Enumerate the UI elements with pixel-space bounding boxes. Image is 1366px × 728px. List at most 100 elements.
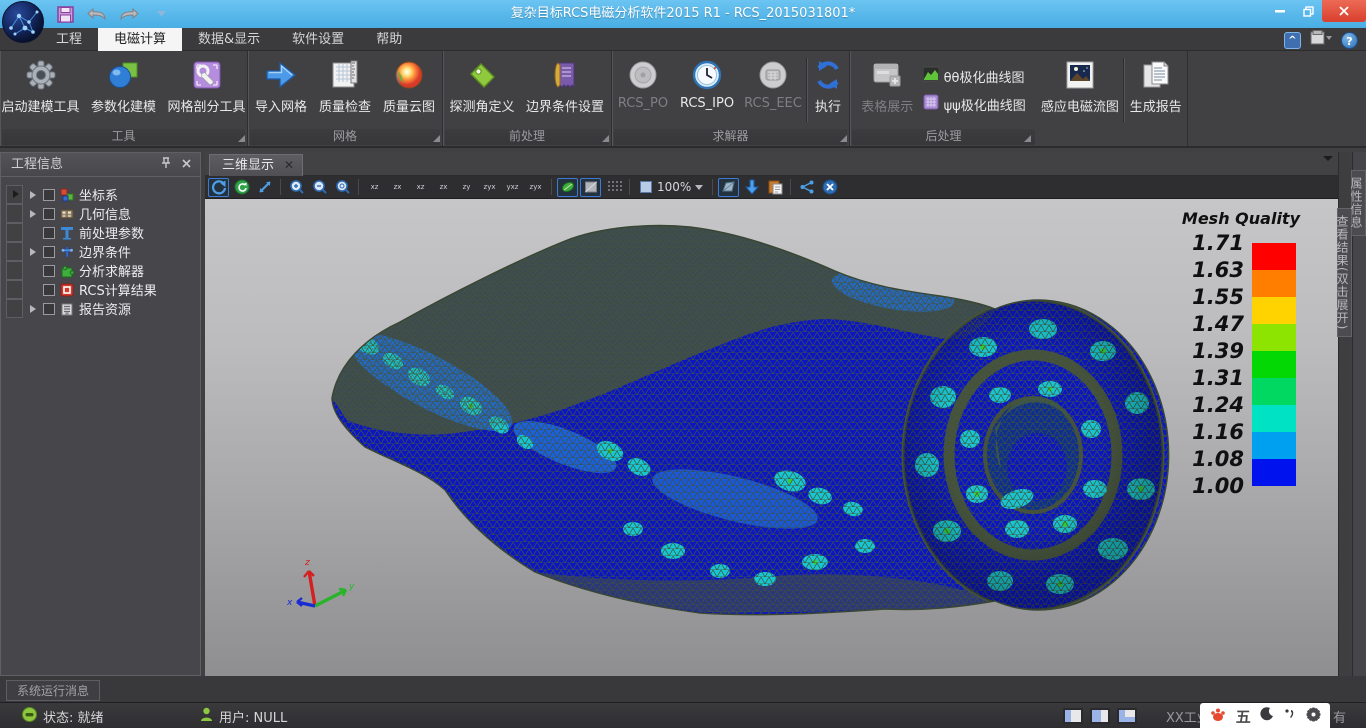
checkbox[interactable]: [43, 208, 55, 220]
group-expand-icon[interactable]: [238, 135, 245, 142]
shaded-leaf-icon[interactable]: [557, 178, 578, 197]
row-selector[interactable]: [6, 299, 23, 318]
tree-item-preprocess-params[interactable]: 前处理参数: [25, 223, 198, 242]
row-selector[interactable]: [6, 280, 23, 299]
rotate-view-icon[interactable]: [208, 178, 229, 197]
viewport-3d[interactable]: z y x Mesh Quality 1.71 1.63 1.55 1.47 1…: [205, 199, 1338, 680]
tree-item-geometry-info[interactable]: 几何信息: [25, 204, 198, 223]
copy-image-icon[interactable]: [764, 178, 785, 197]
close-button[interactable]: [1322, 0, 1366, 22]
tree-item-coordinate-system[interactable]: 坐标系: [25, 185, 198, 204]
view-preset-5-button[interactable]: zy: [456, 178, 477, 197]
tree-item-rcs-results[interactable]: RCS计算结果: [25, 280, 198, 299]
row-selector[interactable]: [6, 185, 23, 204]
group-expand-icon[interactable]: [433, 135, 440, 142]
quality-check-button[interactable]: 质量检查: [313, 53, 377, 127]
tab-project[interactable]: 工程: [40, 28, 98, 51]
restore-button[interactable]: [1294, 0, 1322, 22]
checkbox[interactable]: [43, 303, 55, 315]
view-preset-2-button[interactable]: zx: [387, 178, 408, 197]
ime-settings-gear-icon[interactable]: [1306, 707, 1321, 726]
checkbox[interactable]: [43, 265, 55, 277]
share-icon[interactable]: [796, 178, 817, 197]
expander-icon[interactable]: [27, 208, 39, 220]
tab-help[interactable]: 帮助: [360, 28, 418, 51]
zoom-out-icon[interactable]: [309, 178, 330, 197]
puzzle-icon: [59, 263, 75, 279]
checkbox[interactable]: [43, 246, 55, 258]
row-selector[interactable]: [6, 242, 23, 261]
start-modeling-button[interactable]: 启动建模工具: [0, 53, 81, 127]
view-preset-1-button[interactable]: xz: [364, 178, 385, 197]
tab-em-compute[interactable]: 电磁计算: [98, 28, 182, 51]
flat-shade-icon[interactable]: [580, 178, 601, 197]
theta-curve-button[interactable]: θθ极化曲线图: [919, 65, 1037, 87]
view-preset-3-button[interactable]: xz: [410, 178, 431, 197]
layout-bottom-panel-button[interactable]: [1090, 708, 1110, 724]
zoom-fit-icon[interactable]: [332, 178, 353, 197]
pan-arrow-icon[interactable]: [254, 178, 275, 197]
row-selector[interactable]: [6, 223, 23, 242]
import-mesh-button[interactable]: 导入网格: [249, 53, 313, 127]
generate-report-button[interactable]: 生成报告: [1124, 53, 1187, 127]
view-preset-8-button[interactable]: zyx: [525, 178, 546, 197]
collapse-ribbon-icon[interactable]: ^: [1284, 32, 1301, 49]
boundary-settings-button[interactable]: 边界条件设置: [520, 53, 610, 127]
group-expand-icon[interactable]: [840, 135, 847, 142]
app-logo-icon[interactable]: [2, 1, 44, 43]
layout-left-panel-button[interactable]: [1063, 708, 1083, 724]
close-circle-icon[interactable]: [819, 178, 840, 197]
window-style-icon[interactable]: [1310, 30, 1332, 50]
view-preset-4-button[interactable]: zx: [433, 178, 454, 197]
em-current-map-button[interactable]: 感应电磁流图: [1036, 53, 1123, 127]
surface-select-icon[interactable]: [718, 178, 739, 197]
quality-cloud-button[interactable]: 质量云图: [377, 53, 441, 127]
meshing-tool-button[interactable]: 网格剖分工具: [166, 53, 247, 127]
group-expand-icon[interactable]: [602, 135, 609, 142]
execute-button[interactable]: 执行: [807, 53, 849, 127]
expander-icon[interactable]: [27, 303, 39, 315]
help-icon[interactable]: ?: [1341, 32, 1358, 49]
zoom-in-icon[interactable]: [286, 178, 307, 197]
ime-punctuation-icon[interactable]: [1283, 707, 1297, 725]
tree-item-analysis-solver[interactable]: 分析求解器: [25, 261, 198, 280]
minimize-button[interactable]: [1266, 0, 1294, 22]
tab-close-icon[interactable]: ✕: [284, 155, 294, 176]
tab-data-display[interactable]: 数据&显示: [182, 28, 276, 51]
checkbox[interactable]: [43, 227, 55, 239]
tree-item-boundary-conditions[interactable]: 边界条件: [25, 242, 198, 261]
rcs-ipo-button[interactable]: RCS_IPO: [674, 53, 740, 127]
view-preset-6-button[interactable]: zyx: [479, 178, 500, 197]
arrow-down-icon[interactable]: [741, 178, 762, 197]
checkbox[interactable]: [43, 189, 55, 201]
strip-dropdown-icon[interactable]: [1323, 156, 1333, 161]
tab-3d-display[interactable]: 三维显示 ✕: [209, 154, 303, 176]
expander-icon[interactable]: [27, 246, 39, 258]
ime-moon-icon[interactable]: [1260, 707, 1274, 725]
menu-bar: 工程 电磁计算 数据&显示 软件设置 帮助 ^ ?: [0, 28, 1366, 51]
refresh-view-icon[interactable]: [231, 178, 252, 197]
group-expand-icon[interactable]: [1024, 135, 1031, 142]
legend-band: [1252, 459, 1296, 486]
parametric-modeling-button[interactable]: 参数化建模: [83, 53, 164, 127]
checkbox[interactable]: [43, 284, 55, 296]
pin-icon[interactable]: [158, 157, 174, 173]
view-preset-7-button[interactable]: yxz: [502, 178, 523, 197]
probe-angle-button[interactable]: 探测角定义: [444, 53, 520, 127]
panel-close-icon[interactable]: [178, 157, 194, 173]
row-selector[interactable]: [6, 261, 23, 280]
ime-brand-icon[interactable]: [1209, 705, 1227, 727]
zoom-level-select[interactable]: 100%: [635, 180, 707, 194]
ime-toolbar[interactable]: 五: [1200, 703, 1330, 728]
ime-mode-label[interactable]: 五: [1236, 706, 1251, 727]
wireframe-dots-icon[interactable]: [603, 178, 624, 197]
psi-curve-button[interactable]: ψψ极化曲线图: [919, 93, 1037, 115]
row-selector[interactable]: [6, 204, 23, 223]
tree-item-report-resources[interactable]: 报告资源: [25, 299, 198, 318]
clock-icon: [690, 58, 724, 92]
layout-split-button[interactable]: [1117, 708, 1137, 724]
tab-system-messages[interactable]: 系统运行消息: [6, 680, 100, 701]
tab-software-settings[interactable]: 软件设置: [276, 28, 360, 51]
tab-properties[interactable]: 属性信息: [1351, 170, 1366, 236]
expander-icon[interactable]: [27, 189, 39, 201]
